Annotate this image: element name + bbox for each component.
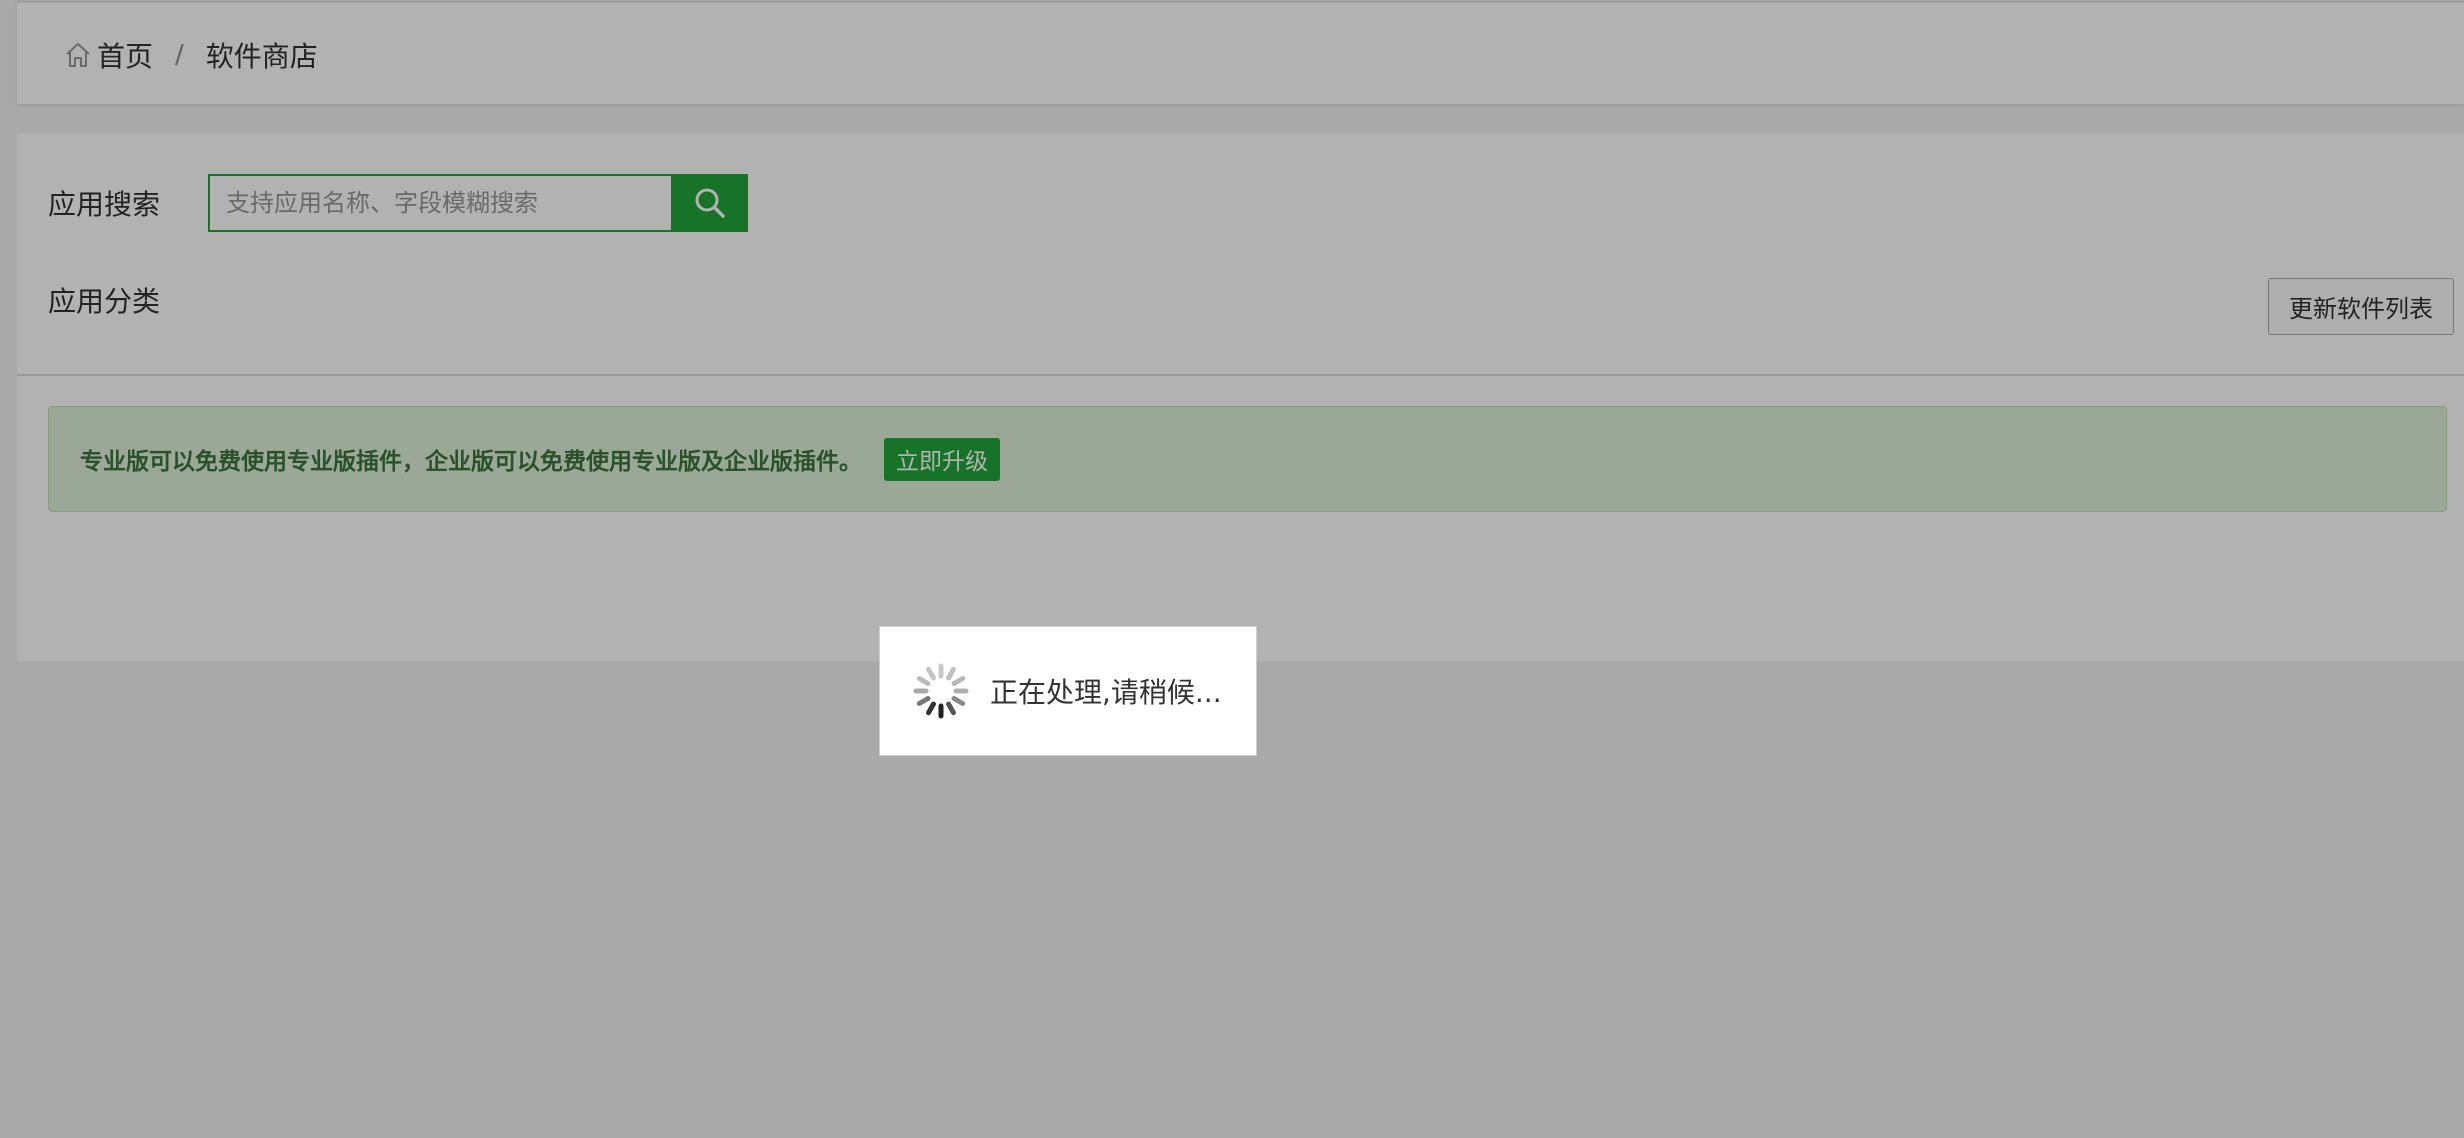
loading-dialog: 正在处理,请稍候...	[879, 626, 1257, 756]
spinner-icon	[913, 663, 969, 719]
loading-text: 正在处理,请稍候...	[990, 676, 1222, 709]
modal-overlay	[0, 0, 2464, 1138]
